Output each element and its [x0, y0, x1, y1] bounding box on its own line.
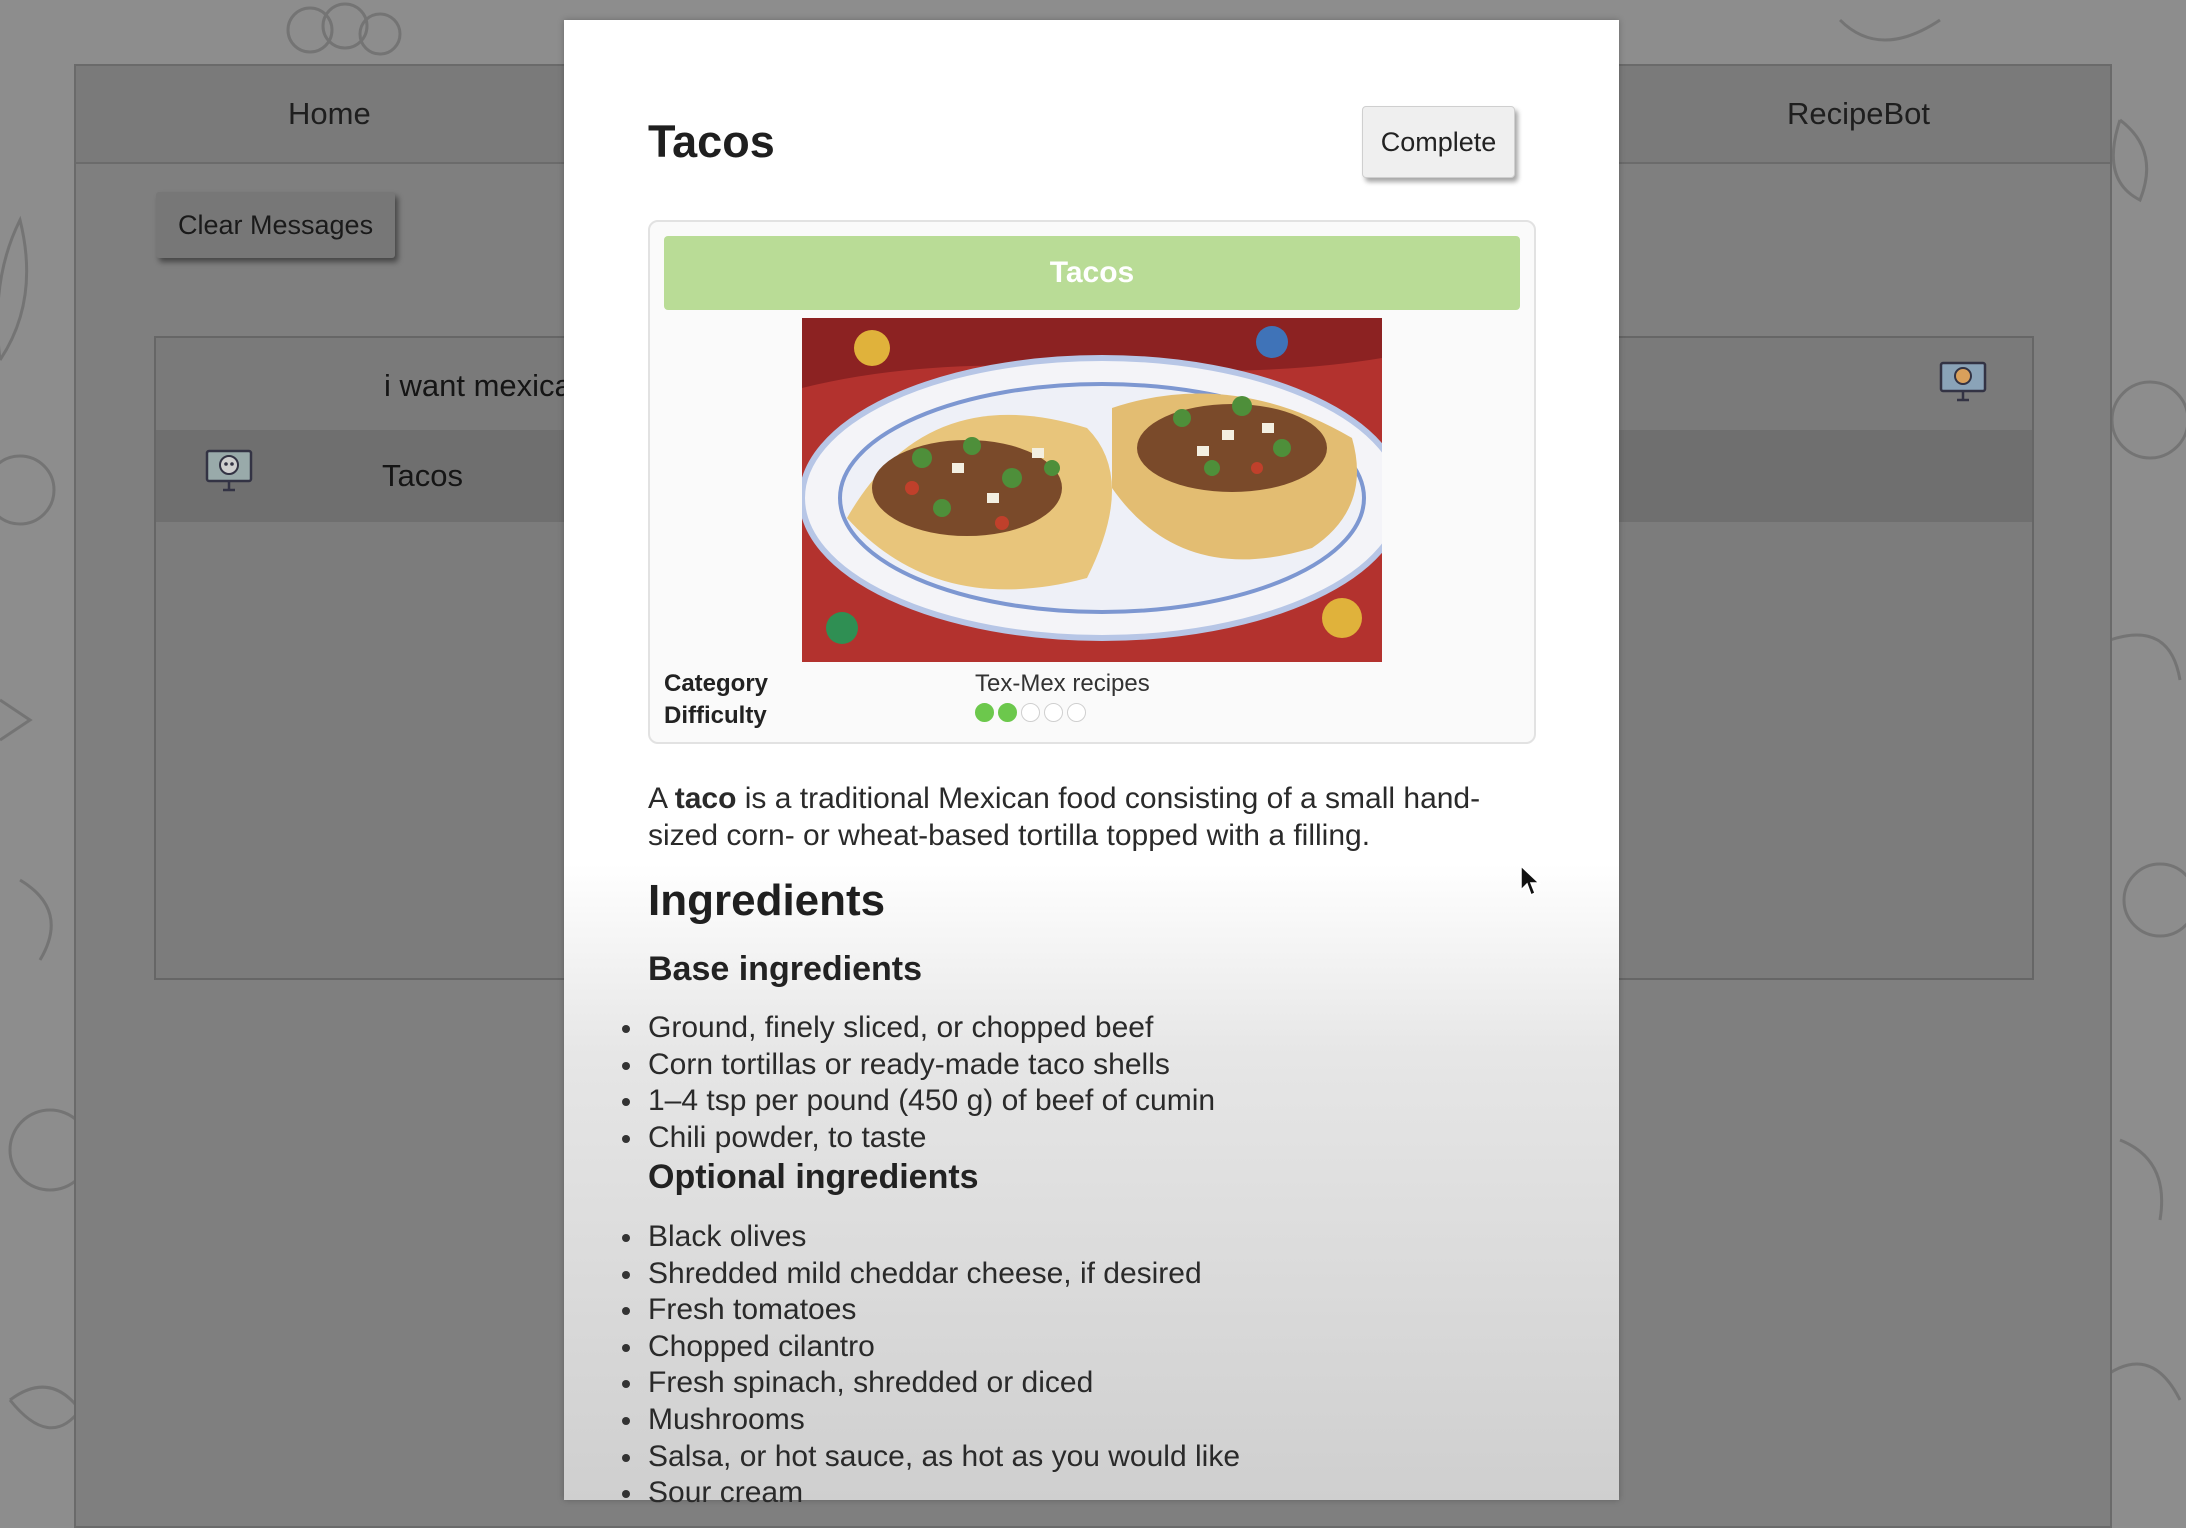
card-banner: Tacos [664, 236, 1520, 310]
list-item: Black olives [621, 1219, 1240, 1256]
optional-ingredients-heading: Optional ingredients [648, 1158, 979, 1196]
difficulty-dot [1021, 703, 1040, 722]
nav-home-link[interactable]: Home [288, 96, 371, 132]
difficulty-dot [998, 703, 1017, 722]
base-ingredients-list: Ground, finely sliced, or chopped beef C… [621, 1010, 1215, 1157]
user-avatar-icon [1938, 360, 1988, 407]
list-item: Salsa, or hot sauce, as hot as you would… [621, 1439, 1240, 1476]
list-item: Fresh tomatoes [621, 1292, 1240, 1329]
recipe-intro: A taco is a traditional Mexican food con… [648, 780, 1538, 854]
mouse-cursor-icon [1519, 864, 1541, 903]
difficulty-label: Difficulty [664, 702, 767, 729]
modal-title: Tacos [648, 116, 775, 167]
list-item: Sour cream [621, 1475, 1240, 1512]
list-item: Ground, finely sliced, or chopped beef [621, 1010, 1215, 1047]
list-item: Chili powder, to taste [621, 1120, 1215, 1157]
ingredients-heading: Ingredients [648, 876, 886, 925]
intro-bold: taco [674, 782, 737, 815]
list-item: Shredded mild cheddar cheese, if desired [621, 1256, 1240, 1293]
recipe-modal: Tacos Complete Tacos Category Tex-Mex re… [564, 20, 1619, 1509]
optional-ingredients-list: Black olives Shredded mild cheddar chees… [621, 1219, 1240, 1512]
bot-avatar-icon [204, 448, 254, 497]
difficulty-dot [1044, 703, 1063, 722]
list-item: Chopped cilantro [621, 1329, 1240, 1366]
recipe-card: Tacos Category Tex-Mex recipes Difficult… [648, 220, 1536, 744]
complete-button[interactable]: Complete [1362, 106, 1515, 178]
list-item: Fresh spinach, shredded or diced [621, 1365, 1240, 1402]
difficulty-rating [975, 703, 1086, 722]
tacos-photo [802, 318, 1382, 662]
difficulty-dot [1067, 703, 1086, 722]
base-ingredients-heading: Base ingredients [648, 950, 922, 988]
nav-recipebot-link[interactable]: RecipeBot [1787, 96, 1930, 132]
intro-before: A [648, 782, 675, 815]
clear-messages-button[interactable]: Clear Messages [156, 192, 396, 258]
list-item: 1–4 tsp per pound (450 g) of beef of cum… [621, 1083, 1215, 1120]
intro-after: is a traditional Mexican food consisting… [648, 782, 1481, 852]
list-item: Mushrooms [621, 1402, 1240, 1439]
category-value: Tex-Mex recipes [975, 670, 1150, 697]
category-label: Category [664, 670, 769, 697]
difficulty-dot [975, 703, 994, 722]
bot-message-text: Tacos [382, 458, 463, 493]
list-item: Corn tortillas or ready-made taco shells [621, 1047, 1215, 1084]
